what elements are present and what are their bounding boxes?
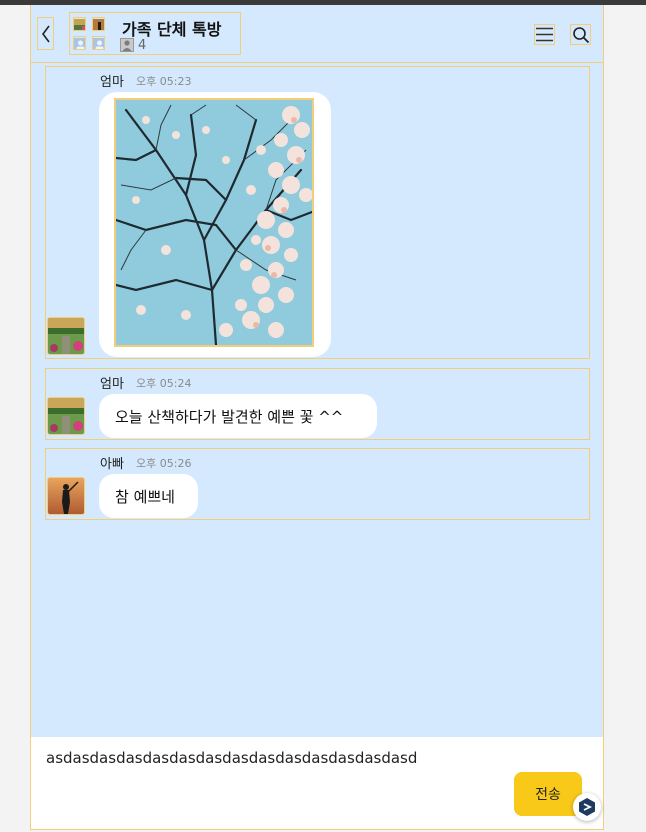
back-button[interactable] [37, 17, 54, 50]
extension-button[interactable] [573, 793, 601, 821]
menu-button[interactable] [534, 24, 555, 45]
message-time: 오후 05:23 [136, 75, 192, 88]
message-input[interactable] [46, 749, 586, 767]
sender-name: 엄마 [100, 75, 124, 90]
extension-logo-icon [579, 798, 595, 816]
message-item: 엄마 오후 05:23 [45, 66, 590, 359]
member-count-area: 4 [120, 37, 146, 53]
sender-name: 아빠 [100, 457, 124, 472]
shared-photo[interactable] [114, 98, 314, 347]
sender-name: 엄마 [100, 377, 124, 392]
message-item: 엄마 오후 05:24 오늘 산책하다가 발견한 예쁜 꽃 ^^ [45, 368, 590, 440]
search-icon [572, 26, 589, 43]
member-avatar-default [92, 36, 105, 50]
message-bubble[interactable]: 오늘 산책하다가 발견한 예쁜 꽃 ^^ [99, 394, 377, 438]
search-button[interactable] [570, 24, 591, 45]
message-time: 오후 05:26 [136, 457, 192, 470]
message-item: 아빠 오후 05:26 참 예쁘네 [45, 448, 590, 520]
chevron-left-icon [41, 25, 50, 42]
sender-avatar[interactable] [47, 477, 85, 515]
chat-header: 가족 단체 톡방 4 [31, 5, 603, 63]
message-bubble[interactable]: 참 예쁘네 [99, 474, 198, 518]
member-count: 4 [138, 37, 147, 53]
message-time: 오후 05:24 [136, 377, 192, 390]
person-icon [120, 38, 134, 52]
room-info[interactable]: 가족 단체 톡방 4 [69, 12, 241, 55]
image-bubble[interactable] [99, 92, 331, 357]
member-avatar-photo [92, 17, 105, 31]
member-avatar-default [73, 36, 86, 50]
sender-avatar[interactable] [47, 317, 85, 355]
hamburger-menu-icon [536, 27, 553, 42]
room-avatar-grid [72, 16, 108, 52]
member-avatar-photo [73, 17, 86, 31]
sender-avatar[interactable] [47, 397, 85, 435]
chat-room: 가족 단체 톡방 4 엄마 오후 05:23 엄마 오후 05:24 오늘 산책… [30, 5, 604, 830]
message-composer: 전송 [31, 737, 603, 829]
send-button[interactable]: 전송 [514, 772, 582, 816]
